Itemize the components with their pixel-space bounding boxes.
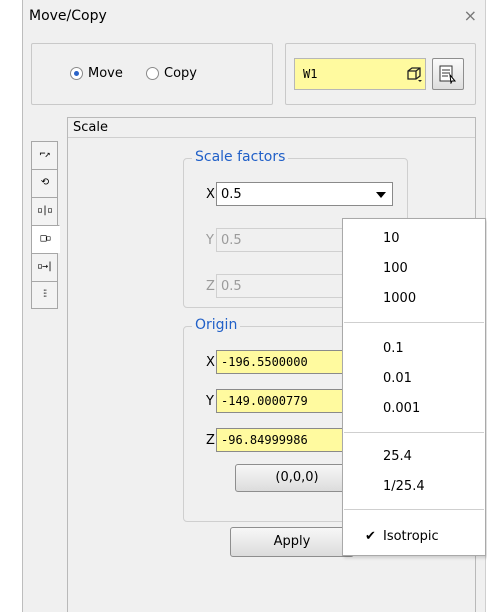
preset-0-1[interactable]: 0.1 <box>383 341 404 356</box>
preset-0-01[interactable]: 0.01 <box>383 371 412 386</box>
mode-group: Move Copy <box>31 43 273 105</box>
move-label[interactable]: Move <box>88 66 123 81</box>
page-title: Scale <box>68 118 475 138</box>
array-icon: ⫶⫶ <box>43 289 47 300</box>
apply-button[interactable]: Apply <box>230 527 354 557</box>
x-axis-label: X <box>206 187 215 202</box>
origin-x-value: -196.5500000 <box>221 355 308 369</box>
scale-preset-dropdown: 10 100 1000 0.1 0.01 0.001 25.4 1/25.4 ✔… <box>342 218 486 556</box>
translate-icon: ⌐↗ <box>39 149 50 160</box>
align-tab[interactable]: ▫→| <box>31 253 58 281</box>
y-axis-label: Y <box>206 233 214 248</box>
check-icon: ✔ <box>365 529 376 544</box>
origin-y-label: Y <box>206 394 214 409</box>
menu-separator <box>344 509 484 510</box>
rotate-icon: ⟲ <box>40 177 49 188</box>
operation-tabs: ⌐↗ ⟲ ▫|▫ □▫ ▫→| ⫶⫶ <box>31 141 60 309</box>
rotate-tab[interactable]: ⟲ <box>31 169 58 197</box>
z-scale-value: 0.5 <box>221 279 242 294</box>
workplane-cube-icon[interactable] <box>405 65 423 83</box>
menu-separator <box>344 432 484 433</box>
origin-z-value: -96.84999986 <box>221 433 308 447</box>
workplane-value: W1 <box>303 67 318 81</box>
y-scale-value: 0.5 <box>221 233 242 248</box>
z-axis-label: Z <box>206 279 215 294</box>
copy-radio[interactable] <box>146 67 159 80</box>
title-bar: Move/Copy × <box>23 0 485 30</box>
workplane-select-button[interactable] <box>432 58 464 90</box>
x-scale-value: 0.5 <box>221 187 242 202</box>
preset-1-over-25-4[interactable]: 1/25.4 <box>383 479 425 494</box>
origin-y-value: -149.0000779 <box>221 394 308 408</box>
origin-reset-button[interactable]: (0,0,0) <box>235 464 359 492</box>
array-tab[interactable]: ⫶⫶ <box>31 281 58 309</box>
scale-tab[interactable]: □▫ <box>31 225 60 253</box>
translate-tab[interactable]: ⌐↗ <box>31 141 58 169</box>
origin-x-label: X <box>206 355 215 370</box>
workplane-select-icon <box>439 65 457 85</box>
workplane-field[interactable]: W1 <box>294 58 426 90</box>
close-icon[interactable]: × <box>464 6 477 25</box>
move-radio[interactable] <box>70 67 83 80</box>
menu-separator <box>344 322 484 323</box>
preset-100[interactable]: 100 <box>383 261 408 276</box>
mirror-tab[interactable]: ▫|▫ <box>31 197 58 225</box>
x-scale-combobox[interactable]: 0.5 <box>216 182 393 206</box>
isotropic-option[interactable]: Isotropic <box>383 529 439 544</box>
preset-0-001[interactable]: 0.001 <box>383 401 420 416</box>
scale-icon: □▫ <box>40 233 51 244</box>
align-icon: ▫→| <box>36 261 53 272</box>
copy-label[interactable]: Copy <box>164 66 197 81</box>
preset-25-4[interactable]: 25.4 <box>383 449 412 464</box>
scale-factors-title: Scale factors <box>192 149 289 165</box>
preset-10[interactable]: 10 <box>383 231 400 246</box>
mirror-icon: ▫|▫ <box>36 205 53 216</box>
origin-z-label: Z <box>206 433 215 448</box>
panel-title: Move/Copy <box>29 8 107 24</box>
preset-1000[interactable]: 1000 <box>383 291 416 306</box>
origin-title: Origin <box>192 317 241 333</box>
workplane-group: W1 <box>285 43 476 105</box>
dropdown-arrow-icon[interactable] <box>376 192 386 198</box>
